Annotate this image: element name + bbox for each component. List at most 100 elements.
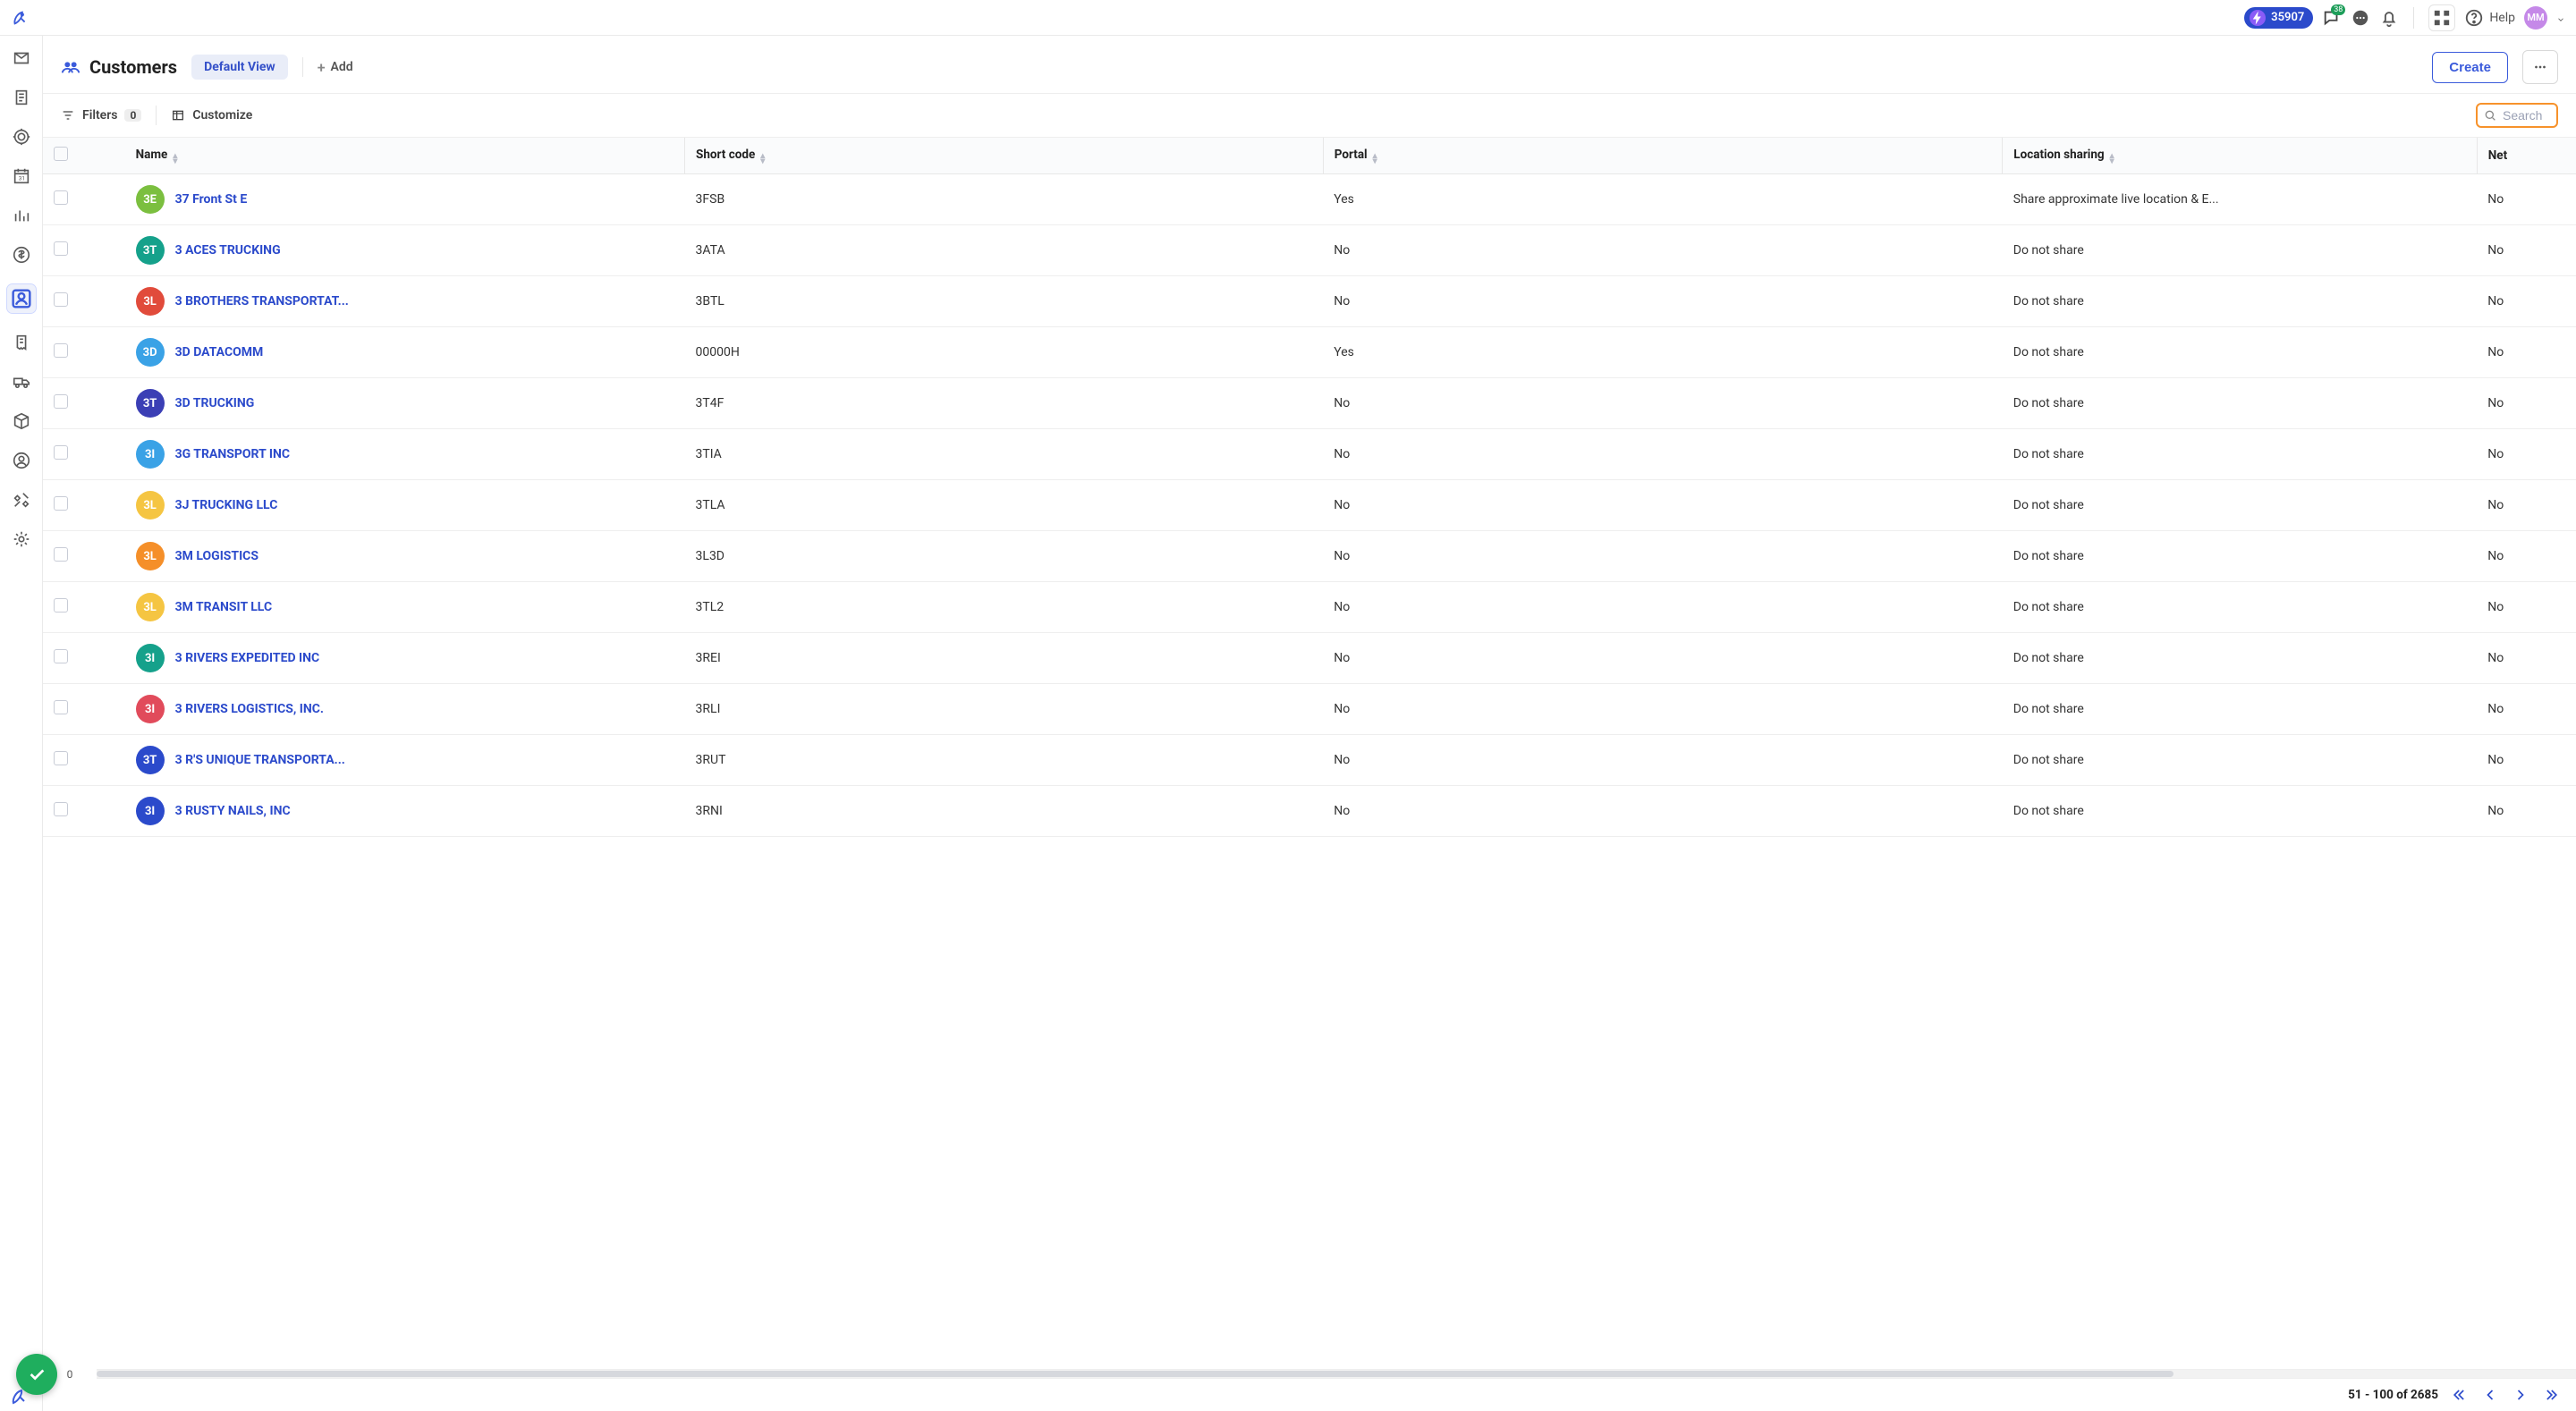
sidebar-tools-icon[interactable] [12, 490, 31, 510]
row-name-link[interactable]: 3 BROTHERS TRANSPORTAT... [175, 294, 349, 308]
row-checkbox[interactable] [43, 429, 125, 480]
row-name-link[interactable]: 3 R'S UNIQUE TRANSPORTA... [175, 753, 345, 767]
row-checkbox[interactable] [43, 582, 125, 633]
table-row[interactable]: 3T3 R'S UNIQUE TRANSPORTA...3RUTNoDo not… [43, 735, 2576, 786]
chat-icon[interactable] [2351, 8, 2370, 28]
row-portal: Yes [1323, 327, 2003, 378]
search-input[interactable] [2503, 108, 2547, 123]
row-checkbox[interactable] [43, 327, 125, 378]
sidebar: 31 [0, 36, 43, 1411]
table-row[interactable]: 3D3D DATACOMM00000HYesDo not shareNo [43, 327, 2576, 378]
search-box[interactable] [2476, 103, 2558, 128]
scrollbar-thumb[interactable] [97, 1371, 2174, 1377]
row-location: Share approximate live location & E... [2003, 174, 2478, 225]
row-name-link[interactable]: 3 RIVERS LOGISTICS, INC. [175, 702, 324, 716]
add-button[interactable]: + Add [318, 59, 353, 76]
row-name-link[interactable]: 3M LOGISTICS [175, 549, 258, 563]
filters-button[interactable]: Filters 0 [61, 108, 141, 123]
row-name-link[interactable]: 37 Front St E [175, 192, 248, 207]
row-name-cell: 3I 3 RIVERS LOGISTICS, INC. [125, 684, 685, 735]
sidebar-receipt-icon[interactable] [12, 333, 31, 352]
prev-page-icon[interactable] [2481, 1386, 2499, 1404]
first-page-icon[interactable] [2451, 1386, 2469, 1404]
logo-rocket-icon[interactable] [11, 8, 30, 28]
table-row[interactable]: 3I3 RIVERS EXPEDITED INC3REINoDo not sha… [43, 633, 2576, 684]
chevron-down-icon[interactable] [2556, 13, 2565, 22]
row-checkbox[interactable] [43, 378, 125, 429]
sidebar-customers-icon[interactable] [7, 284, 36, 313]
row-checkbox[interactable] [43, 735, 125, 786]
row-checkbox[interactable] [43, 684, 125, 735]
horizontal-scrollbar[interactable]: 0 [43, 1369, 2576, 1378]
last-page-icon[interactable] [2542, 1386, 2560, 1404]
row-checkbox[interactable] [43, 225, 125, 276]
apps-icon[interactable] [2428, 4, 2455, 31]
table-row[interactable]: 3E37 Front St E3FSBYesShare approximate … [43, 174, 2576, 225]
sidebar-notes-icon[interactable] [12, 88, 31, 107]
sidebar-box-icon[interactable] [12, 411, 31, 431]
row-name-link[interactable]: 3J TRUCKING LLC [175, 498, 278, 512]
table-row[interactable]: 3L3 BROTHERS TRANSPORTAT...3BTLNoDo not … [43, 276, 2576, 327]
row-location: Do not share [2003, 480, 2478, 531]
points-pill[interactable]: 35907 [2244, 7, 2313, 29]
table-row[interactable]: 3T3D TRUCKING3T4FNoDo not shareNo [43, 378, 2576, 429]
more-button[interactable] [2522, 50, 2558, 84]
table-row[interactable]: 3I3 RUSTY NAILS, INC3RNINoDo not shareNo [43, 786, 2576, 837]
create-button[interactable]: Create [2432, 52, 2508, 83]
table-row[interactable]: 3L3J TRUCKING LLC3TLANoDo not shareNo [43, 480, 2576, 531]
next-page-icon[interactable] [2512, 1386, 2529, 1404]
col-name[interactable]: Name▴▾ [125, 138, 685, 174]
customize-button[interactable]: Customize [171, 108, 252, 123]
row-avatar: 3L [136, 593, 165, 621]
col-portal[interactable]: Portal▴▾ [1323, 138, 2003, 174]
row-net: No [2477, 327, 2576, 378]
row-checkbox[interactable] [43, 480, 125, 531]
col-shortcode[interactable]: Short code▴▾ [685, 138, 1324, 174]
bell-icon[interactable] [2379, 8, 2399, 28]
table-row[interactable]: 3L3M TRANSIT LLC3TL2NoDo not shareNo [43, 582, 2576, 633]
table-row[interactable]: 3I3G TRANSPORT INC3TIANoDo not shareNo [43, 429, 2576, 480]
help-button[interactable]: Help [2464, 8, 2515, 28]
row-name-cell: 3I3G TRANSPORT INC [125, 429, 685, 480]
sidebar-user-icon[interactable] [12, 451, 31, 470]
row-checkbox[interactable] [43, 276, 125, 327]
sidebar-truck-icon[interactable] [12, 372, 31, 392]
row-checkbox[interactable] [43, 531, 125, 582]
row-net: No [2477, 684, 2576, 735]
row-name-link[interactable]: 3 ACES TRUCKING [175, 243, 281, 258]
row-shortcode: 3T4F [685, 378, 1324, 429]
row-name-link[interactable]: 3 RUSTY NAILS, INC [175, 804, 291, 818]
table-row[interactable]: 3L3M LOGISTICS3L3DNoDo not shareNo [43, 531, 2576, 582]
table-row[interactable]: 3T3 ACES TRUCKING3ATANoDo not shareNo [43, 225, 2576, 276]
row-avatar: 3I [136, 695, 165, 723]
select-all-header[interactable] [43, 138, 125, 174]
page-title: Customers [89, 56, 177, 78]
row-shortcode: 3REI [685, 633, 1324, 684]
row-name-link[interactable]: 3D TRUCKING [175, 396, 255, 410]
col-net[interactable]: Net [2477, 138, 2576, 174]
table-row[interactable]: 3I3 RIVERS LOGISTICS, INC.3RLINoDo not s… [43, 684, 2576, 735]
row-name-link[interactable]: 3 RIVERS EXPEDITED INC [175, 651, 320, 665]
row-checkbox[interactable] [43, 786, 125, 837]
messages-icon[interactable]: 38 [2322, 8, 2342, 28]
avatar[interactable]: MM [2524, 6, 2547, 30]
row-name-link[interactable]: 3M TRANSIT LLC [175, 600, 273, 614]
row-checkbox[interactable] [43, 174, 125, 225]
row-net: No [2477, 786, 2576, 837]
row-name-link[interactable]: 3G TRANSPORT INC [175, 447, 290, 461]
view-selector[interactable]: Default View [191, 55, 288, 80]
sidebar-chart-icon[interactable] [12, 206, 31, 225]
row-name-link[interactable]: 3D DATACOMM [175, 345, 264, 359]
floating-rocket-icon[interactable] [9, 1386, 30, 1407]
row-shortcode: 3TIA [685, 429, 1324, 480]
row-checkbox[interactable] [43, 633, 125, 684]
sidebar-target-icon[interactable] [12, 127, 31, 147]
row-net: No [2477, 225, 2576, 276]
search-icon [2483, 108, 2497, 123]
sidebar-calendar-icon[interactable]: 31 [12, 166, 31, 186]
sidebar-settings-icon[interactable] [12, 529, 31, 549]
sidebar-inbox-icon[interactable] [12, 48, 31, 68]
col-location[interactable]: Location sharing▴▾ [2003, 138, 2478, 174]
row-portal: No [1323, 684, 2003, 735]
sidebar-dollar-icon[interactable] [12, 245, 31, 265]
